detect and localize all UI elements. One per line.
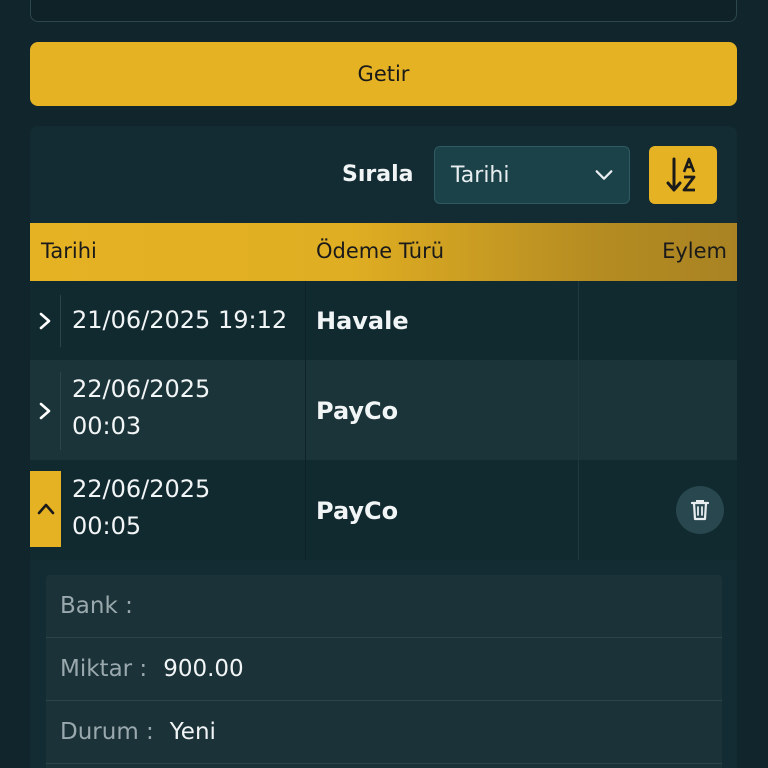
table-header: Tarihi Ödeme Türü Eylem xyxy=(30,223,737,281)
header-payment-type[interactable]: Ödeme Türü xyxy=(316,239,444,263)
chevron-right-icon xyxy=(39,402,51,420)
fetch-button-label: Getir xyxy=(357,62,410,86)
column-divider xyxy=(305,460,306,560)
row-details: Bank : Miktar : 900.00 Durum : Yeni xyxy=(46,575,722,768)
fetch-button[interactable]: Getir xyxy=(30,42,737,106)
sort-select-value: Tarihi xyxy=(451,162,510,188)
column-divider xyxy=(578,360,579,460)
column-divider xyxy=(578,281,579,360)
row-date-line: 22/06/2025 xyxy=(72,375,211,403)
detail-bank-label: Bank : xyxy=(60,593,133,619)
row-payment-type: PayCo xyxy=(316,397,399,425)
chevron-right-icon xyxy=(39,312,51,330)
row-payment-type: PayCo xyxy=(316,497,399,525)
filter-input[interactable] xyxy=(30,0,737,22)
row-date: 21/06/2025 19:12 xyxy=(72,302,287,339)
delete-button[interactable] xyxy=(676,486,724,534)
detail-status: Durum : Yeni xyxy=(46,701,722,764)
detail-amount-label: Miktar : xyxy=(60,656,148,682)
chevron-up-icon xyxy=(37,503,54,515)
row-date: 22/06/2025 00:03 xyxy=(72,371,210,445)
header-date[interactable]: Tarihi xyxy=(41,239,97,263)
trash-icon xyxy=(690,500,710,521)
expand-row-button[interactable] xyxy=(30,372,61,450)
detail-status-value: Yeni xyxy=(169,719,216,745)
table-row[interactable]: 21/06/2025 19:12 Havale xyxy=(30,281,737,360)
sort-alpha-down-icon xyxy=(666,157,696,192)
column-divider xyxy=(305,360,306,460)
row-date: 22/06/2025 00:05 xyxy=(72,471,210,545)
results-panel: Sırala Tarihi Tarihi Ödeme Türü Eylem 21… xyxy=(30,126,737,768)
row-time-line: 00:03 xyxy=(72,412,142,440)
sort-label: Sırala xyxy=(342,162,414,187)
column-divider xyxy=(305,281,306,360)
row-date-line: 21/06/2025 19:12 xyxy=(72,306,288,334)
chevron-down-icon xyxy=(595,170,613,180)
page: Getir Sırala Tarihi Tarihi Ödeme Türü Ey… xyxy=(0,0,768,768)
detail-status-label: Durum : xyxy=(60,719,154,745)
row-time-line: 00:05 xyxy=(72,512,142,540)
collapse-row-button[interactable] xyxy=(30,471,61,547)
sort-direction-button[interactable] xyxy=(649,146,717,204)
detail-bank: Bank : xyxy=(46,575,722,638)
row-date-line: 22/06/2025 xyxy=(72,475,211,503)
detail-amount-value: 900.00 xyxy=(163,656,244,682)
sort-select[interactable]: Tarihi xyxy=(434,146,630,204)
column-divider xyxy=(578,460,579,560)
table-row[interactable]: 22/06/2025 00:03 PayCo xyxy=(30,360,737,460)
table-row[interactable]: 22/06/2025 00:05 PayCo xyxy=(30,460,737,560)
header-action: Eylem xyxy=(662,239,727,263)
detail-amount: Miktar : 900.00 xyxy=(46,638,722,701)
row-payment-type: Havale xyxy=(316,307,409,335)
expand-row-button[interactable] xyxy=(30,295,61,347)
